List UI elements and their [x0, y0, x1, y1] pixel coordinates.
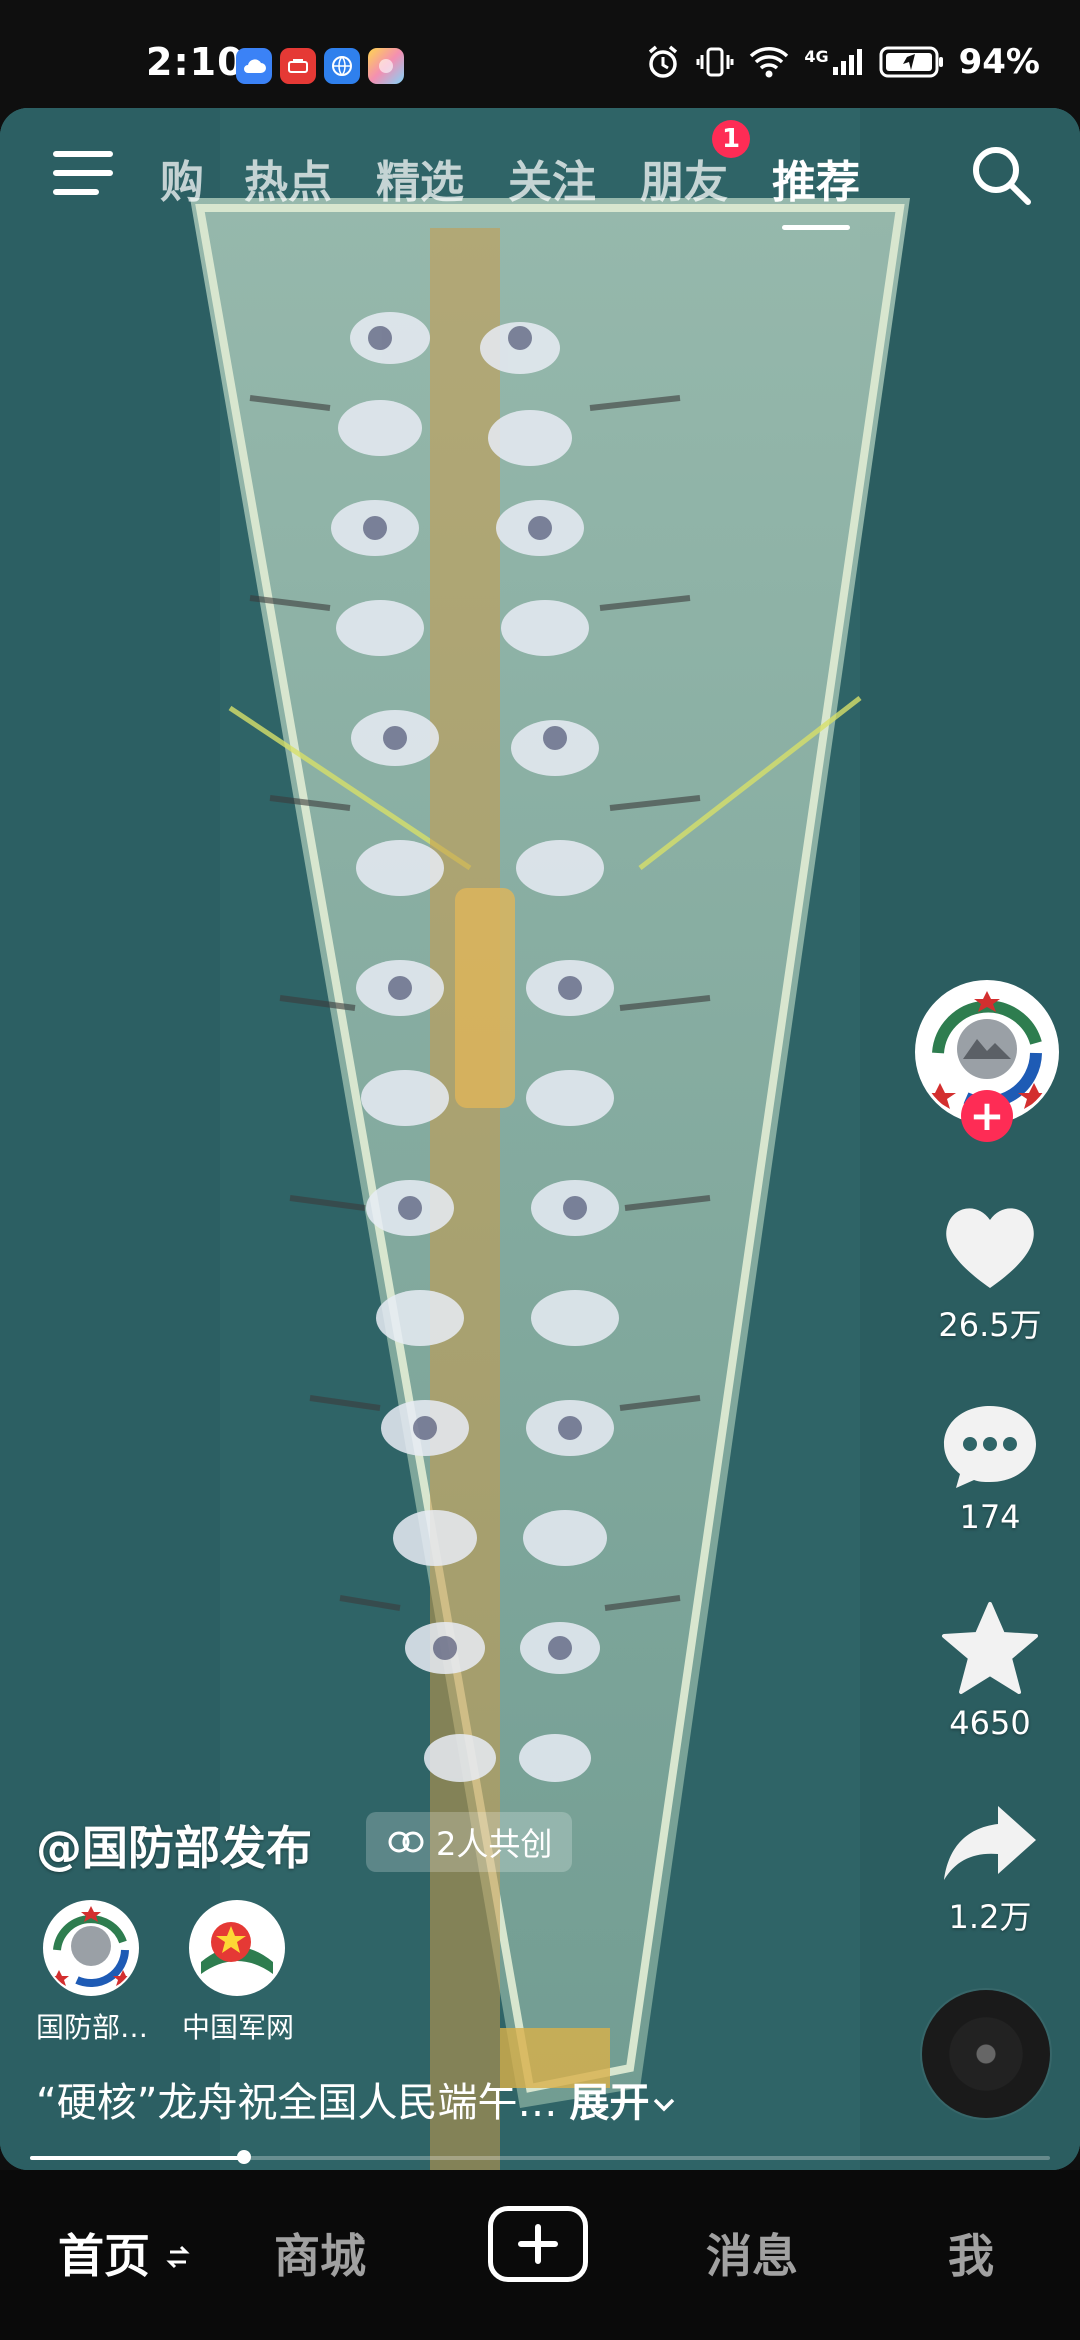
share-count: 1.2万 — [948, 1898, 1032, 1936]
comment-action[interactable]: 174 — [920, 1400, 1060, 1536]
wifi-icon — [748, 44, 790, 80]
link-icon — [388, 1831, 424, 1853]
tab-following[interactable]: 关注 — [508, 146, 596, 210]
nav-messages[interactable]: 消息 — [706, 2220, 798, 2286]
comment-count: 174 — [959, 1498, 1021, 1536]
post-description[interactable]: “硬核”龙舟祝全国人民端午… 展开 — [36, 2070, 936, 2128]
status-bar: 2:10 4G 94% — [0, 0, 1080, 108]
vibrate-icon — [696, 43, 734, 81]
share-action[interactable]: 1.2万 — [920, 1800, 1060, 1938]
author-avatar-wrap[interactable]: + — [915, 980, 1059, 1142]
follow-button[interactable]: + — [961, 1090, 1013, 1142]
co-creator-name: 中国军网 — [182, 2011, 295, 2044]
notification-icons — [236, 48, 404, 84]
cocreate-label: 2人共创 — [436, 1825, 553, 1863]
tab-featured[interactable]: 精选 — [376, 146, 464, 210]
author-name[interactable]: @国防部发布 — [36, 1812, 312, 1878]
cloud-icon — [236, 48, 272, 84]
bottom-nav: 首页 商城 消息 我 — [0, 2170, 1080, 2340]
tab-hot[interactable]: 热点 — [244, 146, 332, 210]
gallery-icon — [368, 48, 404, 84]
progress-fill — [30, 2156, 245, 2160]
network-type: 4G — [804, 47, 829, 66]
co-creator-avatar[interactable] — [189, 1900, 285, 1996]
share-icon[interactable] — [940, 1800, 1040, 1884]
tab-shop[interactable]: 购 — [160, 146, 204, 210]
comment-icon[interactable] — [940, 1400, 1040, 1490]
chevron-down-icon — [654, 2098, 675, 2112]
nav-home[interactable]: 首页 — [58, 2220, 190, 2286]
cellular-icon: 4G — [804, 47, 864, 77]
tab-recommend[interactable]: 推荐 — [772, 146, 860, 230]
like-count: 26.5万 — [938, 1306, 1042, 1344]
alarm-icon — [644, 43, 682, 81]
co-creator-item[interactable]: 国防部… — [36, 1900, 149, 2046]
friends-badge: 1 — [712, 120, 750, 158]
huawei-app-icon — [280, 48, 316, 84]
menu-icon[interactable] — [52, 148, 114, 202]
battery-icon — [879, 45, 945, 79]
browser-icon — [324, 48, 360, 84]
nav-mall[interactable]: 商城 — [274, 2220, 366, 2286]
description-text: “硬核”龙舟祝全国人民端午… — [36, 2080, 558, 2126]
like-action[interactable]: 26.5万 — [920, 1200, 1060, 1346]
swap-icon — [166, 2245, 190, 2269]
tab-friends[interactable]: 朋友 1 — [640, 120, 750, 210]
favorite-action[interactable]: 4650 — [920, 1600, 1060, 1742]
co-creator-item[interactable]: 中国军网 — [182, 1900, 295, 2046]
favorite-count: 4650 — [949, 1704, 1031, 1742]
nav-home-label: 首页 — [58, 2229, 150, 2283]
co-creator-avatar[interactable] — [43, 1900, 139, 1996]
video-progress-bar[interactable] — [30, 2150, 1050, 2164]
search-icon[interactable] — [968, 142, 1034, 212]
create-button[interactable] — [488, 2206, 588, 2282]
expand-button[interactable]: 展开 — [569, 2080, 679, 2126]
nav-me[interactable]: 我 — [948, 2220, 994, 2286]
top-tabs: 购 热点 精选 关注 朋友 1 推荐 — [160, 120, 904, 230]
plus-icon — [518, 2224, 558, 2264]
music-disc-icon[interactable] — [922, 1990, 1050, 2118]
status-time: 2:10 — [146, 40, 245, 84]
battery-percent: 94% — [958, 42, 1040, 82]
expand-label: 展开 — [569, 2080, 650, 2126]
star-icon[interactable] — [940, 1600, 1040, 1696]
system-icons: 4G 94% — [644, 42, 1040, 82]
tab-friends-label: 朋友 — [640, 157, 728, 208]
heart-icon[interactable] — [940, 1200, 1040, 1292]
co-creator-name: 国防部… — [36, 2011, 149, 2044]
co-creator-list: 国防部… 中国军网 — [36, 1900, 295, 2046]
cocreate-chip[interactable]: 2人共创 — [366, 1812, 573, 1872]
